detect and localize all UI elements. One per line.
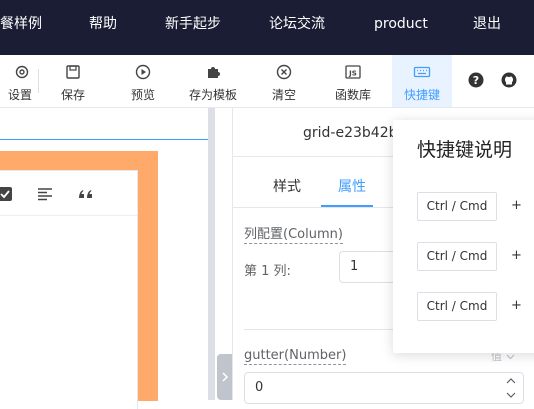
shortcuts-title: 快捷键说明 — [417, 139, 513, 161]
design-canvas[interactable] — [0, 108, 208, 409]
function-library-button[interactable]: JS 函数库 — [330, 55, 376, 107]
question-circle-icon[interactable]: ? — [468, 72, 484, 88]
nav-item-examples[interactable]: 餐样例 — [0, 0, 42, 55]
shortcut-plus: + — [511, 248, 522, 263]
svg-text:?: ? — [473, 74, 479, 87]
rich-text-editor[interactable] — [0, 170, 138, 409]
js-icon: JS — [330, 64, 376, 82]
puzzle-icon — [185, 64, 241, 82]
save-label: 保存 — [60, 88, 85, 102]
play-circle-icon — [121, 64, 165, 82]
save-template-label: 存为模板 — [188, 88, 237, 102]
gutter-value: 0 — [255, 380, 264, 395]
shortcut-key: Ctrl / Cmd — [417, 242, 497, 271]
toolbar-divider — [38, 69, 39, 93]
canvas-scrollbar[interactable] — [208, 108, 215, 400]
preview-label: 预览 — [130, 88, 155, 102]
preview-button[interactable]: 预览 — [121, 55, 165, 107]
chevron-right-icon — [222, 372, 229, 382]
shortcut-plus: + — [511, 298, 522, 313]
tab-properties[interactable]: 属性 — [338, 176, 366, 196]
nav-item-product[interactable]: product — [374, 0, 428, 55]
tab-style[interactable]: 样式 — [273, 176, 301, 196]
shortcut-key: Ctrl / Cmd — [417, 292, 497, 321]
check-square-icon[interactable] — [0, 186, 13, 202]
chevron-down-icon — [506, 354, 514, 360]
keyboard-icon — [392, 64, 452, 82]
quote-icon[interactable] — [77, 186, 95, 202]
settings-button[interactable]: 设置 — [0, 55, 32, 107]
github-icon[interactable] — [501, 72, 517, 88]
save-button[interactable]: 保存 — [51, 55, 95, 107]
function-library-label: 函数库 — [334, 88, 371, 102]
shortcut-key: Ctrl / Cmd — [417, 192, 497, 221]
close-circle-icon — [262, 64, 306, 82]
shortcuts-label: 快捷键 — [403, 88, 440, 102]
panel-collapse-handle[interactable] — [217, 354, 232, 400]
canvas-selection-line — [0, 139, 208, 140]
save-template-button[interactable]: 存为模板 — [185, 55, 241, 107]
align-left-icon[interactable] — [37, 186, 53, 202]
shortcuts-popover: 快捷键说明 Ctrl / Cmd + Ctrl / Cmd + Ctrl / C… — [393, 120, 534, 353]
gear-icon — [0, 64, 32, 82]
top-nav: 餐样例 帮助 新手起步 论坛交流 product 退出 — [0, 0, 534, 55]
nav-item-help[interactable]: 帮助 — [89, 0, 117, 55]
svg-text:JS: JS — [348, 70, 357, 78]
clear-button[interactable]: 清空 — [262, 55, 306, 107]
shortcuts-button[interactable]: 快捷键 — [392, 55, 452, 107]
columns-config-label: 列配置(Column) — [244, 227, 343, 244]
shortcut-plus: + — [511, 198, 522, 213]
editor-toolbar — [0, 171, 137, 216]
save-icon — [51, 64, 95, 82]
designer-toolbar: 设置 保存 预览 存为模板 清空 JS 函数库 快捷键 — [0, 55, 534, 108]
panel-title: grid-e23b42b — [303, 125, 398, 141]
nav-item-forum[interactable]: 论坛交流 — [269, 0, 325, 55]
settings-label: 设置 — [7, 88, 32, 102]
gutter-number-input[interactable]: 0 — [244, 372, 524, 404]
nav-item-getting-started[interactable]: 新手起步 — [165, 0, 221, 55]
column-1-label: 第 1 列: — [244, 264, 291, 279]
number-stepper[interactable] — [505, 375, 517, 401]
nav-item-logout[interactable]: 退出 — [473, 0, 501, 55]
clear-label: 清空 — [271, 88, 296, 102]
gutter-label: gutter(Number) — [244, 348, 347, 365]
